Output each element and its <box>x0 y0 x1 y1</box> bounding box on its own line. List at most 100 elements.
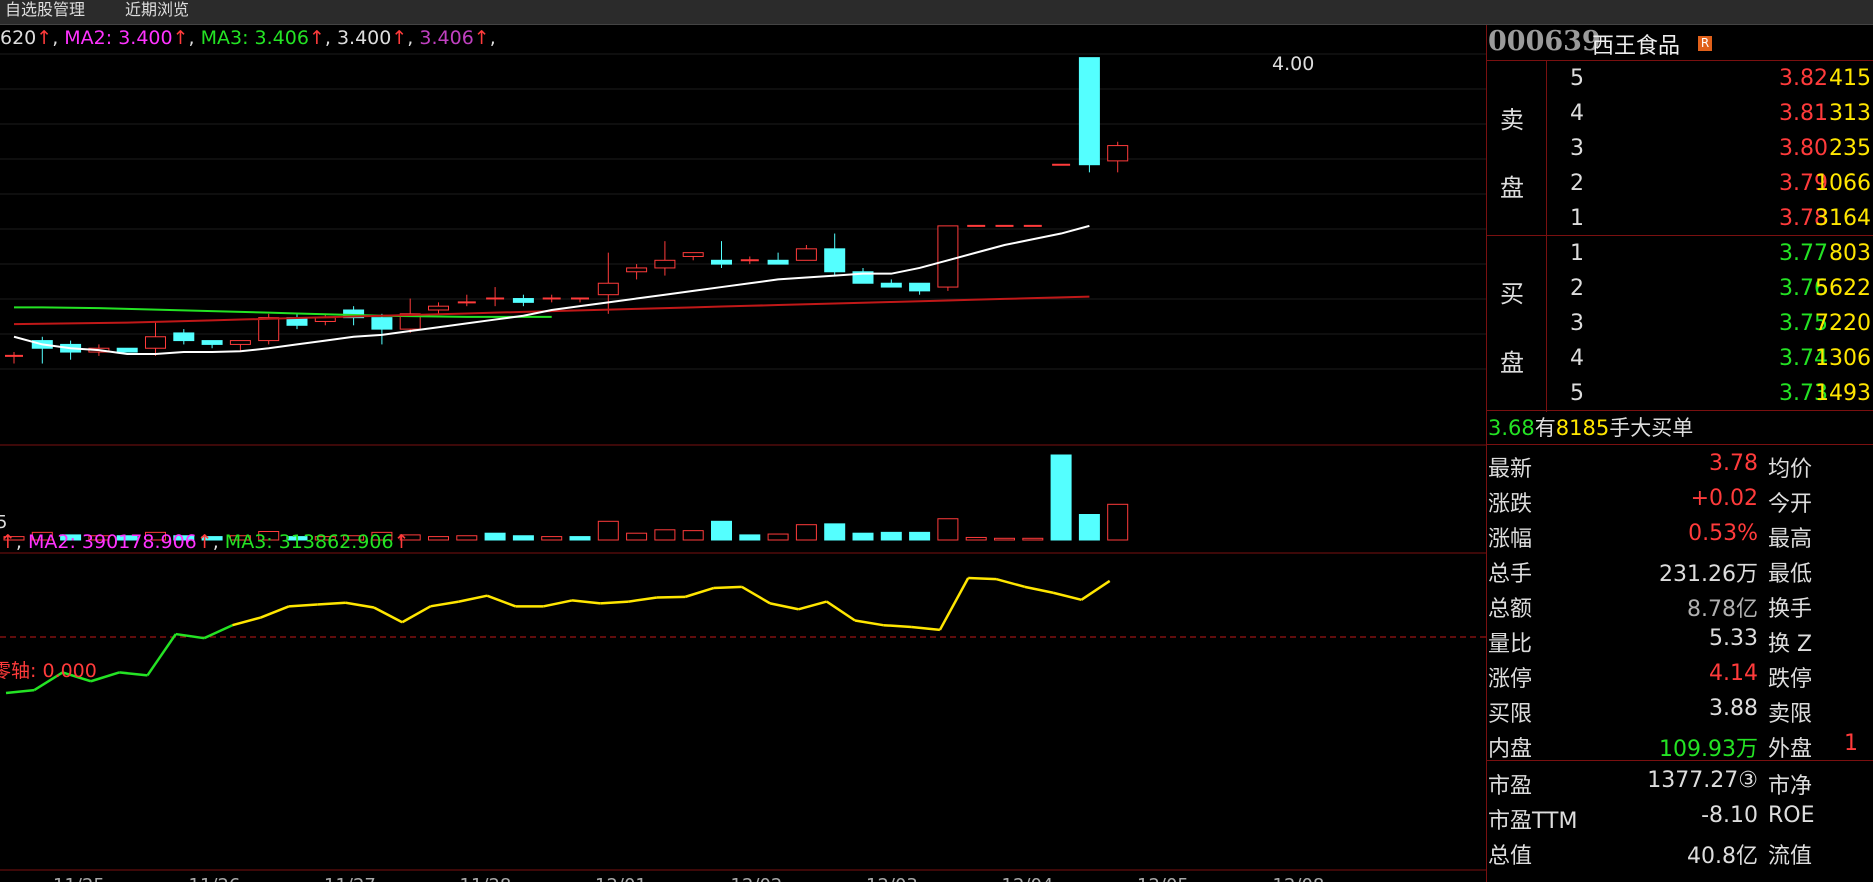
quote-row: 市盈TTM -8.10 ROE <box>1488 799 1873 834</box>
sell-level: 5 <box>1570 66 1584 91</box>
price-ma-legend: 620↑, MA2: 3.400↑, MA3: 3.406↑, 3.400↑, … <box>0 27 496 49</box>
candle-body <box>909 282 931 292</box>
quote-row: 总值 40.8亿 流值 <box>1488 834 1873 869</box>
quote-value: 4.14 <box>1709 661 1758 686</box>
divider <box>1486 760 1873 761</box>
buy-order-row[interactable]: 2 3.76 5622 <box>1488 272 1873 306</box>
sell-level: 3 <box>1570 136 1584 161</box>
ma-green-line <box>14 306 552 318</box>
tab-watchlist-manage[interactable]: 自选股管理 <box>5 0 85 20</box>
indicator-line-segment <box>826 600 856 622</box>
candle-body <box>201 340 223 345</box>
candle-body <box>371 317 393 330</box>
indicator-line-segment <box>345 601 375 609</box>
ma1-value: 620 <box>0 27 37 49</box>
stock-title: 000639 西王食品 R <box>1488 24 1873 60</box>
quote-row: 涨跌 +0.02 今开 <box>1488 482 1873 517</box>
quote-value: -8.10 <box>1701 803 1758 828</box>
volume-bar <box>739 534 761 541</box>
volume-bar <box>711 520 732 541</box>
indicator-line-segment <box>571 599 601 605</box>
sell-volume: 235 <box>1829 136 1871 161</box>
x-axis-label: 12/05 <box>1137 875 1189 882</box>
buy-volume: 1306 <box>1815 346 1871 371</box>
quote-row: 量比 5.33 换 Z <box>1488 622 1873 657</box>
candle-body <box>767 259 789 265</box>
quote-key: 买限 <box>1488 702 1533 727</box>
quote-key-2: 卖限 <box>1768 702 1813 727</box>
quote-value: 3.88 <box>1709 696 1758 721</box>
big-order-banner[interactable]: 3.68有8185手大买单 <box>1488 412 1693 442</box>
volume-bar <box>456 535 478 541</box>
indicator-line-segment <box>911 625 941 632</box>
quote-key-2: 最低 <box>1768 562 1813 587</box>
buy-order-row[interactable]: 4 3.74 1306 <box>1488 342 1873 376</box>
indicator-line-segment <box>1052 591 1082 602</box>
indicator-line-segment <box>260 605 290 619</box>
buy-order-row[interactable]: 5 3.73 1493 <box>1488 377 1873 411</box>
buy-level: 2 <box>1570 276 1584 301</box>
volume-bar <box>1078 514 1100 541</box>
buy-order-row[interactable]: 1 3.77 803 <box>1488 237 1873 271</box>
candle-body <box>116 347 138 353</box>
indicator-line-segment <box>458 594 488 603</box>
volume-bar <box>965 536 987 541</box>
candle-body <box>597 282 619 296</box>
x-axis-label: 12/08 <box>1273 875 1325 882</box>
quote-row: 市盈 1377.27③ 市净 <box>1488 764 1873 799</box>
kline-chart-svg[interactable]: 11/25 11/26 11/27 11/28 12/01 12/02 12/03 12/04… <box>0 25 1486 882</box>
quote-value: 231.26万 <box>1659 562 1758 587</box>
quote-key-2: 外盘 <box>1768 737 1813 762</box>
indicator-line-segment <box>769 602 799 611</box>
vol-ma2-value: MA2: 390178.906 <box>28 531 197 553</box>
indicator-line-segment <box>1024 585 1054 594</box>
quote-key-2: 换 Z <box>1768 632 1813 657</box>
quote-value: 5.33 <box>1709 626 1758 651</box>
buy-level: 5 <box>1570 381 1584 406</box>
quote-row: 内盘 109.93万 外盘 1 <box>1488 727 1873 762</box>
sell-order-row[interactable]: 4 3.81 313 <box>1488 97 1873 131</box>
stock-code: 000639 <box>1488 26 1601 57</box>
x-axis-label: 11/27 <box>324 875 376 882</box>
sell-order-row[interactable]: 1 3.78 3164 <box>1488 202 1873 236</box>
quote-row: 最新 3.78 均价 <box>1488 447 1873 482</box>
buy-level: 3 <box>1570 311 1584 336</box>
indicator-line-segment <box>968 576 997 581</box>
ma2-value: MA2: 3.400 <box>64 27 173 49</box>
candle-body <box>682 252 704 257</box>
volume-bar <box>654 529 676 541</box>
quote-key: 内盘 <box>1488 737 1533 762</box>
quote-key: 市盈 <box>1488 774 1533 799</box>
banner-text: 手大买单 <box>1609 416 1694 440</box>
quote-key: 涨停 <box>1488 667 1533 692</box>
volume-bar <box>682 530 704 541</box>
indicator-line-segment <box>996 577 1026 589</box>
buy-order-row[interactable]: 3 3.75 7220 <box>1488 307 1873 341</box>
sell-order-row[interactable]: 5 3.82 415 <box>1488 62 1873 96</box>
indicator-line-segment <box>146 633 177 677</box>
volume-bar <box>428 536 449 541</box>
candle-body <box>229 340 251 345</box>
banner-count: 8185 <box>1555 416 1610 440</box>
indicator-line-segment <box>175 632 205 640</box>
indicator-zero-axis-label: 零轴: 0.000 <box>0 660 97 682</box>
sell-volume: 1066 <box>1815 171 1871 196</box>
quote-key-2: 今开 <box>1768 492 1813 517</box>
indicator-line-segment <box>684 586 714 599</box>
volume-bar <box>1022 537 1044 541</box>
candle-body <box>1078 57 1100 166</box>
sell-order-row[interactable]: 3 3.80 235 <box>1488 132 1873 166</box>
x-axis-label: 11/25 <box>53 875 105 882</box>
sell-order-row[interactable]: 2 3.79 1066 <box>1488 167 1873 201</box>
banner-text: 有 <box>1534 416 1556 440</box>
volume-bar <box>795 524 817 541</box>
margin-badge: R <box>1698 36 1712 51</box>
quote-key: 总手 <box>1488 562 1533 587</box>
quote-key-2: 跌停 <box>1768 667 1813 692</box>
ma3-value: MA3: 3.406 <box>200 27 309 49</box>
kline-chart-area[interactable]: 11/25 11/26 11/27 11/28 12/01 12/02 12/03 12/04… <box>0 25 1486 882</box>
volume-bar <box>484 532 506 541</box>
volume-ma-legend: ↑, MA2: 390178.906↑, MA3: 313862.906↑ <box>0 531 410 553</box>
tab-recent-browse[interactable]: 近期浏览 <box>125 0 189 20</box>
candle-body <box>711 259 732 265</box>
